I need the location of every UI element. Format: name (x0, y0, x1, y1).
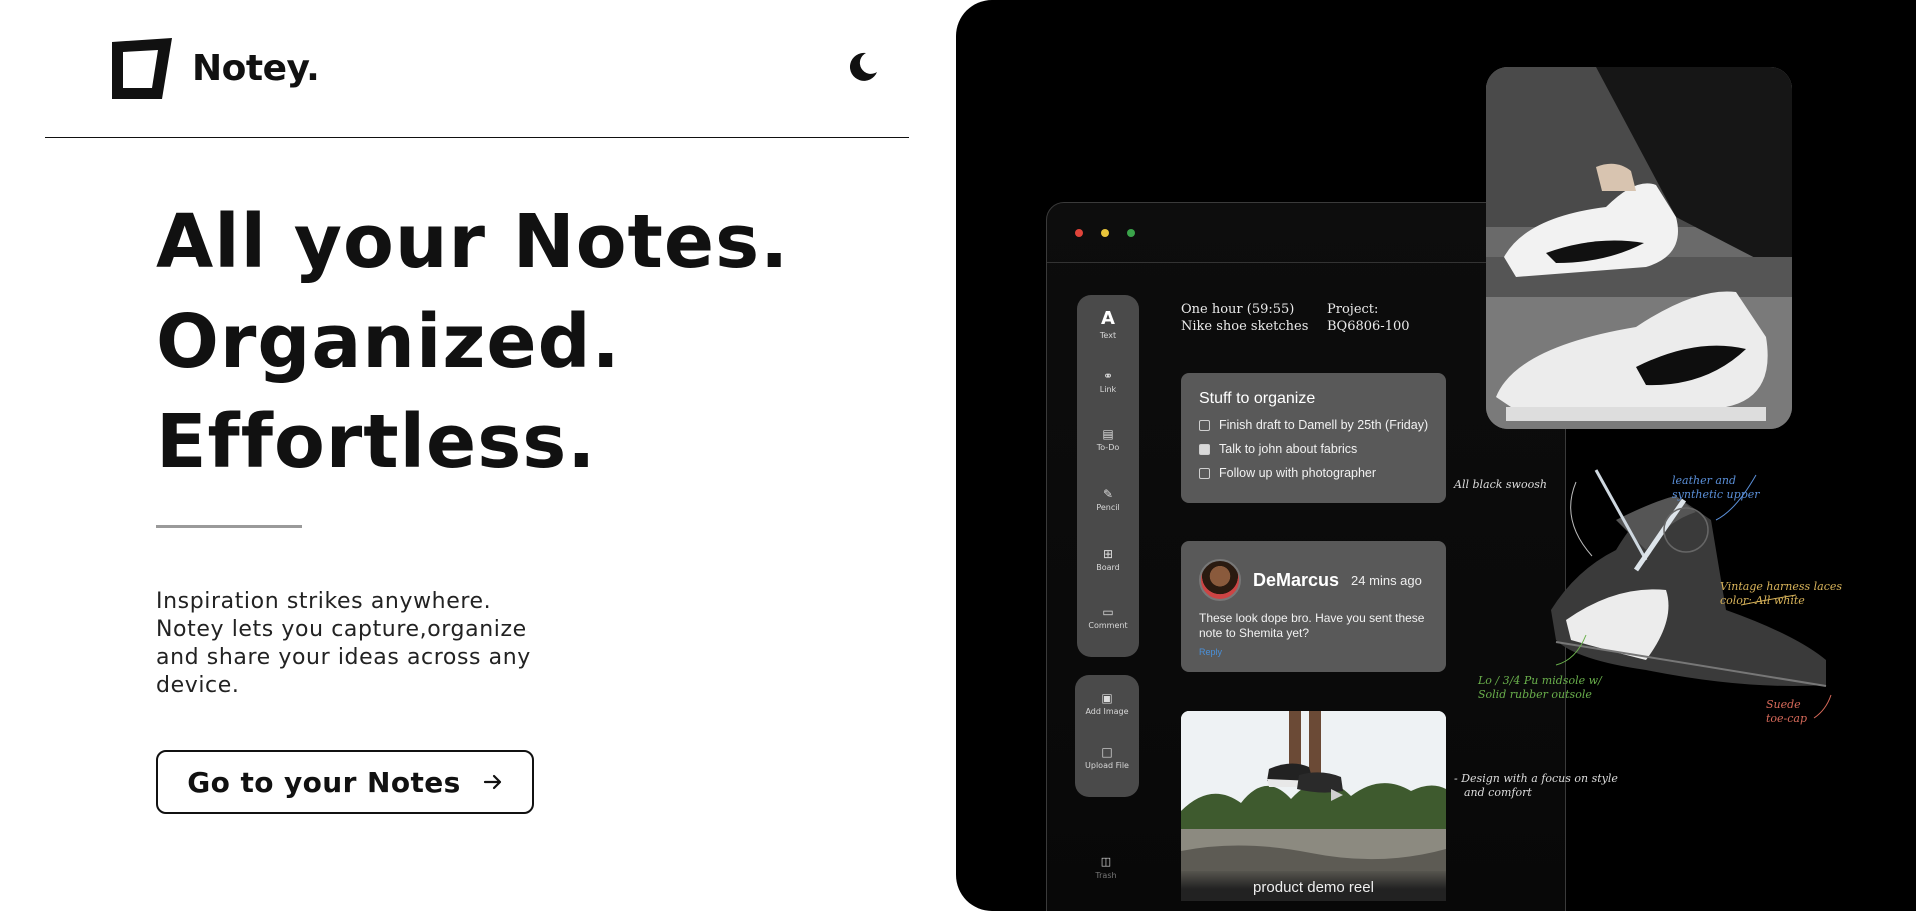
note-line: Nike shoe sketches (1181, 319, 1309, 334)
tool-label: Text (1099, 331, 1117, 340)
sketch-note-swoosh: All black swoosh (1454, 478, 1547, 491)
tool-label: To-Do (1096, 443, 1120, 452)
hero-line-3: Effortless. (156, 399, 597, 485)
sketch-drawing (1551, 469, 1832, 719)
tool-add-image[interactable]: ▣ Add Image (1075, 691, 1139, 717)
tool-board[interactable]: ⊞ Board (1077, 547, 1139, 573)
trash-icon: ◫ (1100, 855, 1112, 868)
dark-mode-toggle-icon[interactable] (846, 50, 880, 84)
sneaker-image (1486, 67, 1792, 429)
logo[interactable]: Notey. (112, 38, 320, 99)
todo-card: Stuff to organize Finish draft to Damell… (1181, 373, 1446, 503)
handwritten-note-project: Project: BQ6806-100 (1327, 301, 1410, 335)
tool-todo[interactable]: ▤ To-Do (1077, 427, 1139, 453)
note-line: synthetic upper (1672, 488, 1760, 501)
pencil-icon: ✎ (1102, 487, 1114, 501)
video-card[interactable]: product demo reel (1181, 711, 1446, 901)
comment-reply-link[interactable]: Reply (1199, 647, 1428, 657)
checkbox-checked[interactable] (1199, 443, 1210, 455)
todo-text: Finish draft to Damell by 25th (Friday) (1219, 418, 1429, 432)
todo-text: Talk to john about fabrics (1219, 442, 1358, 456)
note-line: leather and (1672, 474, 1737, 487)
tool-label: Pencil (1096, 503, 1120, 512)
sketch-note-laces: Vintage harness laces color: All white (1720, 580, 1842, 608)
go-to-notes-button[interactable]: Go to your Notes (156, 750, 534, 814)
comment-body: These look dope bro. Have you sent these… (1199, 611, 1425, 640)
note-line: Lo / 3/4 Pu midsole w/ (1478, 674, 1602, 687)
todo-item[interactable]: Talk to john about fabrics (1199, 442, 1428, 456)
tool-label: Trash (1095, 871, 1117, 880)
tool-sidebar: A Text ⚭ Link ▤ To-Do ✎ Pencil ⊞ Board ▭… (1077, 295, 1139, 657)
window-close-dot (1075, 228, 1083, 237)
app-preview-panel: A Text ⚭ Link ▤ To-Do ✎ Pencil ⊞ Board ▭… (956, 0, 1916, 911)
tool-comment[interactable]: ▭ Comment (1077, 605, 1139, 631)
note-line: One hour (59:55) (1181, 302, 1295, 317)
header-divider (45, 137, 909, 138)
hero-heading: All your Notes. Organized. Effortless. (156, 192, 789, 492)
checkbox[interactable] (1199, 467, 1210, 479)
tool-label: Add Image (1085, 707, 1129, 716)
note-line: toe-cap (1766, 712, 1808, 725)
todo-icon: ▤ (1102, 427, 1114, 441)
board-icon: ⊞ (1102, 547, 1114, 561)
hero-line-2: Organized. (156, 299, 621, 385)
comment-time: 24 mins ago (1351, 572, 1422, 588)
note-line: and comfort (1464, 786, 1532, 799)
tool-label: Comment (1088, 621, 1128, 630)
window-maximize-dot (1127, 228, 1135, 237)
sketch-note-midsole: Lo / 3/4 Pu midsole w/ Solid rubber outs… (1478, 674, 1602, 702)
hero-divider (156, 525, 302, 528)
tool-trash[interactable]: ◫ Trash (1091, 855, 1121, 881)
note-line: Vintage harness laces (1720, 580, 1843, 593)
tool-label: Board (1096, 563, 1120, 572)
tool-label: Link (1099, 385, 1117, 394)
image-icon: ▣ (1101, 691, 1113, 705)
todo-item[interactable]: Finish draft to Damell by 25th (Friday) (1199, 418, 1428, 432)
note-line: color: All white (1720, 594, 1805, 607)
tool-upload-file[interactable]: □ Upload File (1075, 745, 1139, 771)
video-caption: product demo reel (1181, 871, 1446, 901)
checkbox[interactable] (1199, 419, 1210, 431)
brand-name: Notey. (192, 48, 320, 89)
hero-description: Inspiration strikes anywhere. Notey lets… (156, 589, 531, 698)
upload-sidebar: ▣ Add Image □ Upload File (1075, 675, 1139, 797)
note-line: BQ6806-100 (1327, 319, 1410, 334)
todo-item[interactable]: Follow up with photographer (1199, 466, 1428, 480)
sketch-note-design: - Design with a focus on style and comfo… (1454, 772, 1618, 800)
sneaker-sketch: All black swoosh leather and synthetic u… (1454, 460, 1916, 760)
link-icon: ⚭ (1102, 369, 1114, 383)
tool-text[interactable]: A Text (1077, 309, 1139, 341)
window-minimize-dot (1101, 228, 1109, 237)
comment-author: DeMarcus (1253, 569, 1340, 590)
note-line: Suede (1766, 698, 1801, 711)
todo-title: Stuff to organize (1199, 390, 1316, 407)
comment-card: DeMarcus 24 mins ago These look dope bro… (1181, 541, 1446, 672)
comment-icon: ▭ (1102, 605, 1114, 619)
tool-pencil[interactable]: ✎ Pencil (1077, 487, 1139, 513)
note-line: Solid rubber outsole (1478, 688, 1592, 701)
notey-logo-icon (112, 38, 172, 99)
sketch-note-upper: leather and synthetic upper (1672, 474, 1760, 502)
file-icon: □ (1101, 745, 1113, 759)
sketch-note-toecap: Suede toe-cap (1766, 698, 1807, 726)
cta-label: Go to your Notes (187, 765, 461, 799)
shoe-photo (1486, 67, 1792, 429)
note-line: Project: (1327, 302, 1379, 317)
comment-header: DeMarcus 24 mins ago (1199, 559, 1428, 601)
avatar (1199, 559, 1241, 601)
hero-line-1: All your Notes. (156, 199, 790, 285)
arrow-right-icon (483, 774, 501, 790)
note-line: - Design with a focus on style (1454, 772, 1618, 785)
handwritten-note-time: One hour (59:55) Nike shoe sketches (1181, 301, 1308, 335)
tool-link[interactable]: ⚭ Link (1077, 369, 1139, 395)
todo-text: Follow up with photographer (1219, 466, 1377, 480)
tool-label: Upload File (1085, 761, 1129, 770)
text-icon: A (1101, 308, 1115, 329)
